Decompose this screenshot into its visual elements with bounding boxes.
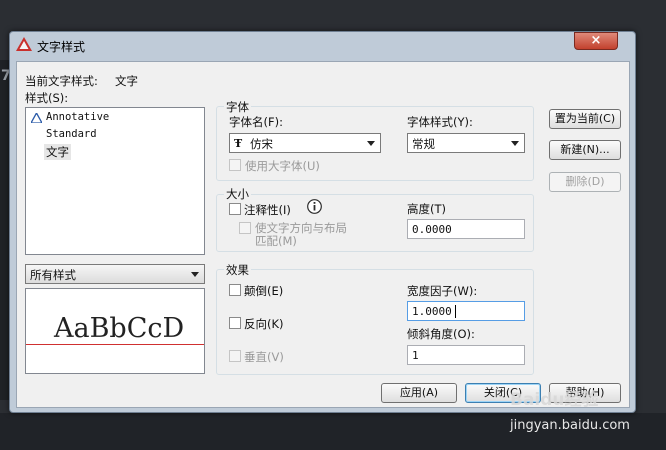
- style-item-standard[interactable]: Standard: [46, 128, 97, 140]
- autocad-logo-icon: [16, 37, 32, 51]
- current-style-value: 文字: [115, 74, 138, 88]
- text-style-dialog: 文字样式 × 当前文字样式: 文字 样式(S): Annotative Stan…: [9, 31, 636, 413]
- font-style-dropdown[interactable]: 常规: [407, 133, 525, 153]
- oblique-angle-input[interactable]: 1: [407, 345, 525, 365]
- backwards-checkbox[interactable]: [229, 317, 241, 329]
- title-bar[interactable]: 文字样式 ×: [10, 32, 635, 58]
- chevron-down-icon: [191, 272, 199, 277]
- height-input[interactable]: 0.0000: [407, 219, 525, 239]
- apply-button[interactable]: 应用(A): [381, 383, 457, 403]
- size-group-title: 大小: [224, 186, 251, 202]
- match-orientation-checkbox[interactable]: [239, 222, 251, 234]
- use-bigfont-checkbox[interactable]: [229, 159, 241, 171]
- vertical-checkbox[interactable]: [229, 350, 241, 362]
- truetype-icon: Ŧ: [234, 137, 243, 150]
- oblique-angle-value: 1: [412, 349, 419, 362]
- effects-group-title: 效果: [224, 262, 251, 278]
- text-caret: [455, 305, 456, 318]
- style-item-annotative[interactable]: Annotative: [46, 111, 109, 123]
- font-group-title: 字体: [224, 99, 251, 115]
- use-bigfont-label: 使用大字体(U): [245, 159, 320, 173]
- style-item-wenzi[interactable]: 文字: [44, 144, 71, 160]
- new-style-button[interactable]: 新建(N)...: [549, 140, 621, 160]
- delete-style-button[interactable]: 删除(D): [549, 172, 621, 192]
- dialog-client-area: 当前文字样式: 文字 样式(S): Annotative Standard 文字…: [16, 61, 630, 408]
- window-close-button[interactable]: ×: [574, 32, 618, 50]
- font-style-label: 字体样式(Y):: [407, 115, 473, 129]
- preview-sample-text: AaBbCcD: [54, 313, 185, 344]
- baidu-watermark-url: jingyan.baidu.com: [510, 418, 630, 433]
- height-label: 高度(T): [407, 202, 446, 216]
- width-factor-value: 1.0000: [412, 305, 452, 318]
- style-preview-box: AaBbCcD: [25, 288, 205, 374]
- upside-down-checkbox[interactable]: [229, 284, 241, 296]
- oblique-angle-label: 倾斜角度(O):: [407, 327, 475, 341]
- set-current-button[interactable]: 置为当前(C): [549, 109, 621, 129]
- match-orientation-label-line2: 匹配(M): [255, 234, 297, 248]
- font-name-dropdown[interactable]: Ŧ 仿宋: [229, 133, 381, 153]
- width-factor-input[interactable]: 1.0000: [407, 301, 525, 321]
- style-filter-dropdown[interactable]: 所有样式: [25, 264, 205, 284]
- font-name-label: 字体名(F):: [229, 115, 283, 129]
- annotative-label: 注释性(I): [244, 203, 291, 217]
- font-style-value: 常规: [412, 137, 435, 151]
- height-value: 0.0000: [412, 223, 452, 236]
- font-name-value: 仿宋: [250, 137, 273, 151]
- window-title: 文字样式: [37, 40, 86, 54]
- current-style-label: 当前文字样式:: [25, 74, 98, 88]
- annotative-checkbox[interactable]: [229, 203, 241, 215]
- styles-listbox[interactable]: Annotative Standard 文字: [25, 107, 205, 255]
- info-icon[interactable]: [307, 199, 322, 214]
- vertical-label: 垂直(V): [244, 350, 284, 364]
- styles-label: 样式(S):: [25, 91, 69, 105]
- style-filter-value: 所有样式: [30, 268, 76, 282]
- upside-down-label: 颠倒(E): [244, 284, 284, 298]
- backwards-label: 反向(K): [244, 317, 284, 331]
- width-factor-label: 宽度因子(W):: [407, 284, 478, 298]
- preview-baseline: [26, 344, 204, 345]
- chevron-down-icon: [511, 141, 519, 146]
- annotative-icon: [31, 113, 42, 123]
- baidu-watermark-brand: Baidu经验: [510, 390, 599, 410]
- chevron-down-icon: [367, 141, 375, 146]
